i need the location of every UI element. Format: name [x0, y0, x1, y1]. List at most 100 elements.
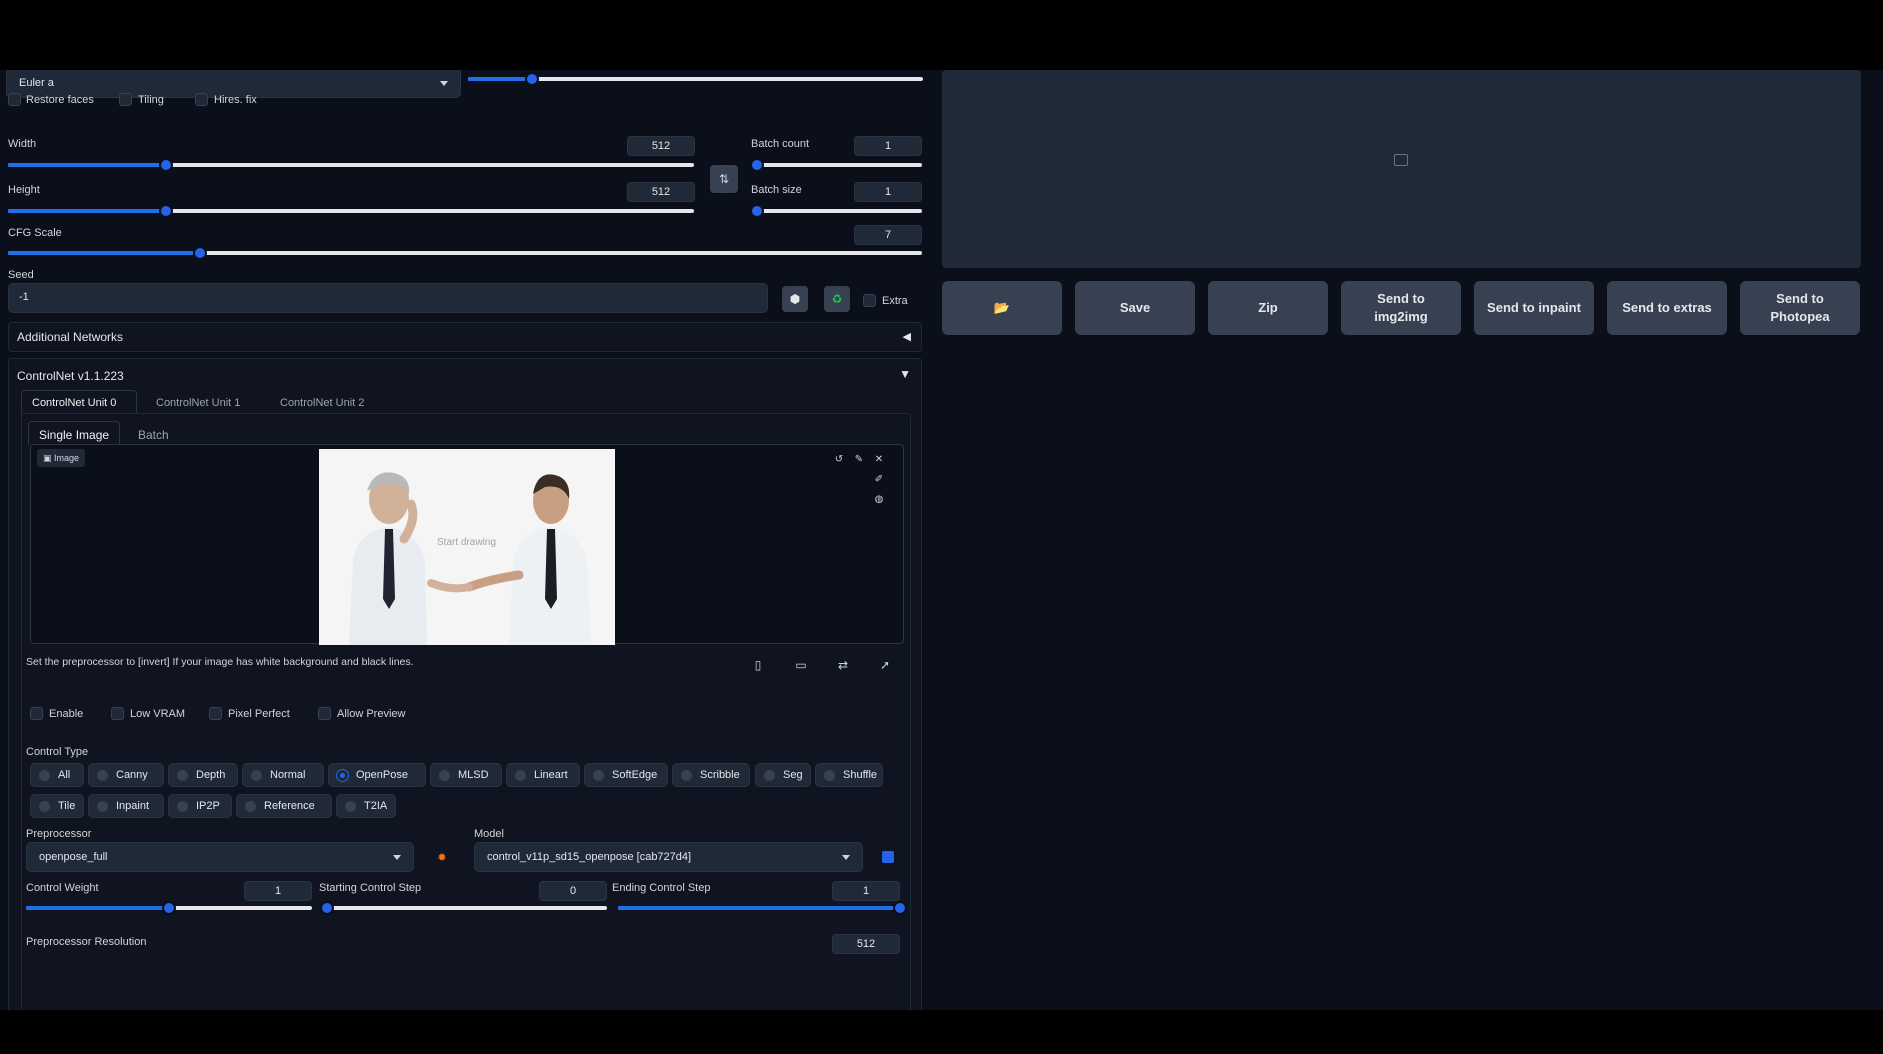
sampling-steps-slider[interactable] — [468, 72, 923, 86]
send-dimensions-icon[interactable]: ➚ — [874, 654, 896, 676]
control-weight-input[interactable]: 1 — [244, 881, 312, 901]
seed-extra-label: Extra — [882, 295, 908, 307]
color-icon[interactable]: ◍ — [871, 491, 887, 507]
control-type-openpose[interactable]: OpenPose — [328, 763, 426, 787]
tab-controlnet-unit-1[interactable]: ControlNet Unit 1 — [156, 397, 240, 409]
control-type-canny[interactable]: Canny — [88, 763, 164, 787]
control-type-tile[interactable]: Tile — [30, 794, 84, 818]
undo-icon[interactable]: ↺ — [831, 451, 847, 467]
end-step-label: Ending Control Step — [612, 882, 711, 894]
cfg-input[interactable]: 7 — [854, 225, 922, 245]
tab-label: ControlNet Unit 0 — [32, 397, 117, 409]
tab-controlnet-unit-2[interactable]: ControlNet Unit 2 — [280, 397, 364, 409]
tiling-checkbox[interactable] — [119, 93, 132, 106]
random-seed-button[interactable]: ⬢ — [782, 286, 808, 312]
preprocessor-resolution-input[interactable]: 512 — [832, 934, 900, 954]
close-icon[interactable]: ✕ — [871, 451, 887, 467]
swap-dimensions-button[interactable]: ⇅ — [710, 165, 738, 193]
height-slider[interactable] — [8, 204, 694, 218]
control-type-depth[interactable]: Depth — [168, 763, 238, 787]
open-folder-button[interactable]: 📂 — [942, 281, 1062, 335]
zip-button[interactable]: Zip — [1208, 281, 1328, 335]
width-slider[interactable] — [8, 158, 694, 172]
pixel-perfect-checkbox[interactable] — [209, 707, 222, 720]
control-type-label: Tile — [58, 800, 76, 812]
control-type-ip2p[interactable]: IP2P — [168, 794, 232, 818]
height-fill — [8, 209, 166, 213]
height-thumb[interactable] — [158, 204, 173, 218]
hires-fix-checkbox[interactable] — [195, 93, 208, 106]
control-type-softedge[interactable]: SoftEdge — [584, 763, 668, 787]
swap-icon[interactable]: ⇄ — [832, 654, 854, 676]
control-type-shuffle[interactable]: Shuffle — [815, 763, 883, 787]
save-button[interactable]: Save — [1075, 281, 1195, 335]
control-type-mlsd[interactable]: MLSD — [430, 763, 502, 787]
send-to-photopea-button[interactable]: Send to Photopea — [1740, 281, 1860, 335]
control-type-lineart[interactable]: Lineart — [506, 763, 580, 787]
height-input[interactable]: 512 — [627, 182, 695, 202]
control-type-all[interactable]: All — [30, 763, 84, 787]
control-type-label: Inpaint — [116, 800, 150, 812]
control-weight-slider[interactable] — [26, 901, 312, 915]
tab-batch[interactable]: Batch — [138, 428, 169, 442]
batch-count-thumb[interactable] — [750, 158, 764, 172]
preprocessor-resolution-label: Preprocessor Resolution — [26, 936, 147, 948]
control-type-label: Control Type — [26, 746, 89, 758]
control-type-inpaint[interactable]: Inpaint — [88, 794, 164, 818]
width-input[interactable]: 512 — [627, 136, 695, 156]
run-preprocessor-button[interactable]: ✹ — [431, 846, 453, 868]
start-step-thumb[interactable] — [320, 901, 334, 915]
restore-faces-checkbox[interactable] — [8, 93, 21, 106]
control-type-reference[interactable]: Reference — [236, 794, 332, 818]
cfg-slider[interactable] — [8, 246, 922, 260]
expand-arrow-icon[interactable]: ▼ — [899, 367, 911, 381]
batch-count-input[interactable]: 1 — [854, 136, 922, 156]
control-weight-thumb[interactable] — [162, 901, 176, 915]
control-type-seg[interactable]: Seg — [755, 763, 811, 787]
end-step-slider[interactable] — [618, 901, 907, 915]
image-placeholder-icon — [1394, 154, 1408, 166]
batch-size-thumb[interactable] — [750, 204, 764, 218]
camera-icon[interactable]: ▭ — [790, 654, 812, 676]
send-to-inpaint-button[interactable]: Send to inpaint — [1474, 281, 1594, 335]
low-vram-checkbox[interactable] — [111, 707, 124, 720]
control-type-t2ia[interactable]: T2IA — [336, 794, 396, 818]
seed-extra-checkbox[interactable] — [863, 294, 876, 307]
end-step-thumb[interactable] — [893, 901, 907, 915]
control-type-scribble[interactable]: Scribble — [672, 763, 750, 787]
radio-icon — [345, 800, 356, 812]
radio-icon — [39, 769, 50, 781]
send-to-extras-button[interactable]: Send to extras — [1607, 281, 1727, 335]
cfg-thumb[interactable] — [192, 246, 207, 260]
additional-networks-accordion[interactable]: Additional Networks ◀ — [8, 322, 922, 352]
preprocessor-hint: Set the preprocessor to [invert] If your… — [26, 656, 414, 668]
uploaded-image[interactable]: Start drawing — [319, 449, 615, 645]
batch-size-input[interactable]: 1 — [854, 182, 922, 202]
reuse-seed-button[interactable]: ♻ — [824, 286, 850, 312]
brush-icon[interactable]: ✐ — [871, 471, 887, 487]
control-type-normal[interactable]: Normal — [242, 763, 324, 787]
new-canvas-icon[interactable]: ▯ — [747, 654, 769, 676]
image-upload-area[interactable]: ▣ Image Start drawing ↺ ✎ ✕ ✐ ◍ — [30, 444, 904, 645]
start-step-slider[interactable] — [320, 901, 607, 915]
preprocessor-dropdown[interactable]: openpose_full — [26, 842, 414, 872]
image-icon: ▣ — [43, 453, 55, 463]
control-type-label: IP2P — [196, 800, 220, 812]
sampling-steps-thumb[interactable] — [524, 72, 539, 86]
send-to-img2img-label: Send to img2img — [1374, 291, 1428, 324]
enable-checkbox[interactable] — [30, 707, 43, 720]
batch-count-slider[interactable] — [750, 158, 922, 172]
send-to-img2img-button[interactable]: Send to img2img — [1341, 281, 1461, 335]
edit-icon[interactable]: ✎ — [851, 451, 867, 467]
width-thumb[interactable] — [158, 158, 173, 172]
batch-size-slider[interactable] — [750, 204, 922, 218]
model-dropdown[interactable]: control_v11p_sd15_openpose [cab727d4] — [474, 842, 863, 872]
start-step-input[interactable]: 0 — [539, 881, 607, 901]
tab-single-image[interactable]: Single Image — [28, 421, 120, 445]
refresh-models-button[interactable] — [877, 846, 899, 868]
output-gallery[interactable] — [942, 70, 1861, 268]
end-step-input[interactable]: 1 — [832, 881, 900, 901]
tab-controlnet-unit-0[interactable]: ControlNet Unit 0 — [21, 390, 137, 414]
seed-input[interactable]: -1 — [8, 283, 768, 313]
allow-preview-checkbox[interactable] — [318, 707, 331, 720]
